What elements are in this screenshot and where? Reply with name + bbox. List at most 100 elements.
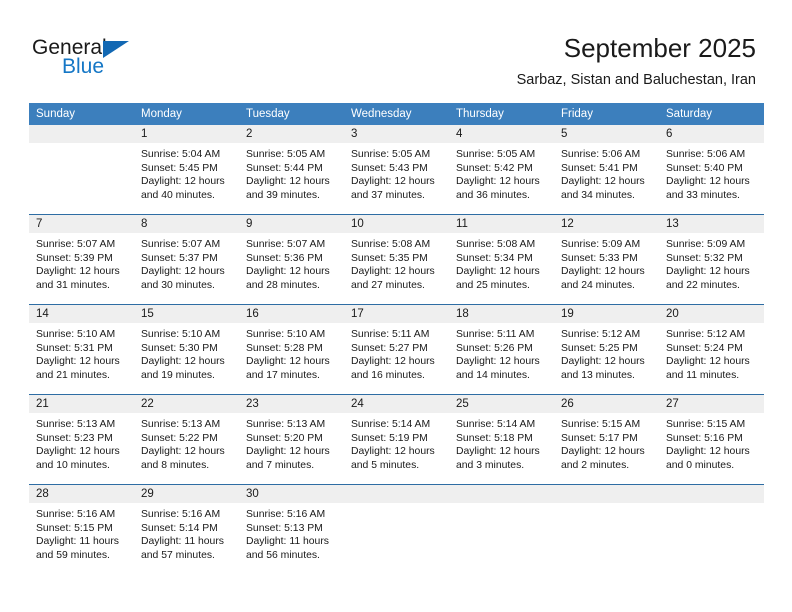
day-cell[interactable]: 19 Sunrise: 5:12 AM Sunset: 5:25 PM Dayligh… [554, 305, 659, 394]
day-cell[interactable]: 26 Sunrise: 5:15 AM Sunset: 5:17 PM Dayligh… [554, 395, 659, 484]
brand-name-blue: Blue [62, 55, 105, 78]
day-cell[interactable]: 5 Sunrise: 5:06 AM Sunset: 5:41 PM Daylight… [554, 125, 659, 214]
day-cell[interactable]: 24 Sunrise: 5:14 AM Sunset: 5:19 PM Dayligh… [344, 395, 449, 484]
day-details [29, 143, 134, 148]
calendar-page: General Blue September 2025 Sarbaz, Sist… [0, 0, 792, 612]
day-number: 21 [36, 398, 49, 410]
day-cell[interactable]: 1 Sunrise: 5:04 AM Sunset: 5:45 PM Daylight… [134, 125, 239, 214]
day-number: 16 [246, 308, 259, 320]
day-cell[interactable]: 3 Sunrise: 5:05 AM Sunset: 5:43 PM Daylight… [344, 125, 449, 214]
day-daylight-line: Daylight: 12 hours [246, 356, 330, 368]
day-sunset-line: Sunset: 5:26 PM [456, 342, 533, 354]
day-number: 8 [141, 218, 148, 230]
page-header: General Blue September 2025 Sarbaz, Sist… [0, 0, 792, 100]
day-cell[interactable]: 28 Sunrise: 5:16 AM Sunset: 5:15 PM Dayligh… [29, 485, 134, 574]
day-cell[interactable]: 2 Sunrise: 5:05 AM Sunset: 5:44 PM Daylight… [239, 125, 344, 214]
day-cell[interactable]: 10 Sunrise: 5:08 AM Sunset: 5:35 PM Dayligh… [344, 215, 449, 304]
day-cell[interactable]: 17 Sunrise: 5:11 AM Sunset: 5:27 PM Dayligh… [344, 305, 449, 394]
day-daylight-line: and 39 minutes. [246, 189, 320, 201]
day-daylight-line: and 30 minutes. [141, 279, 215, 291]
day-cell[interactable]: 18 Sunrise: 5:11 AM Sunset: 5:26 PM Dayligh… [449, 305, 554, 394]
day-daylight-line: and 2 minutes. [561, 459, 630, 471]
day-cell[interactable]: 25 Sunrise: 5:14 AM Sunset: 5:18 PM Dayligh… [449, 395, 554, 484]
day-cell[interactable]: 14 Sunrise: 5:10 AM Sunset: 5:31 PM Dayligh… [29, 305, 134, 394]
day-number: 23 [246, 398, 259, 410]
day-daylight-line: and 11 minutes. [666, 369, 740, 381]
day-number-band: 21 [29, 395, 134, 413]
day-number-band: 23 [239, 395, 344, 413]
day-daylight-line: and 5 minutes. [351, 459, 420, 471]
day-cell[interactable]: 4 Sunrise: 5:05 AM Sunset: 5:42 PM Daylight… [449, 125, 554, 214]
day-number: 14 [36, 308, 49, 320]
day-daylight-line: Daylight: 12 hours [456, 176, 540, 188]
day-cell[interactable] [344, 485, 449, 574]
day-daylight-line: Daylight: 12 hours [561, 266, 645, 278]
day-daylight-line: Daylight: 12 hours [666, 356, 750, 368]
day-cell[interactable]: 16 Sunrise: 5:10 AM Sunset: 5:28 PM Dayligh… [239, 305, 344, 394]
day-cell[interactable] [554, 485, 659, 574]
day-details: Sunrise: 5:08 AM Sunset: 5:35 PM Daylight:… [344, 233, 449, 292]
week-cells: 21 Sunrise: 5:13 AM Sunset: 5:23 PM Dayligh… [29, 395, 764, 484]
day-cell[interactable]: 23 Sunrise: 5:13 AM Sunset: 5:20 PM Dayligh… [239, 395, 344, 484]
day-sunrise-line: Sunrise: 5:14 AM [351, 419, 431, 430]
day-details: Sunrise: 5:13 AM Sunset: 5:22 PM Daylight:… [134, 413, 239, 472]
day-cell[interactable]: 20 Sunrise: 5:12 AM Sunset: 5:24 PM Dayligh… [659, 305, 764, 394]
day-cell[interactable]: 13 Sunrise: 5:09 AM Sunset: 5:32 PM Dayligh… [659, 215, 764, 304]
day-cell[interactable]: 27 Sunrise: 5:15 AM Sunset: 5:16 PM Dayligh… [659, 395, 764, 484]
day-cell[interactable]: 11 Sunrise: 5:08 AM Sunset: 5:34 PM Dayligh… [449, 215, 554, 304]
day-sunset-line: Sunset: 5:15 PM [36, 522, 113, 534]
day-number-band [344, 485, 449, 503]
day-daylight-line: and 0 minutes. [666, 459, 735, 471]
week-cells: 14 Sunrise: 5:10 AM Sunset: 5:31 PM Dayligh… [29, 305, 764, 394]
day-daylight-line: Daylight: 12 hours [351, 266, 435, 278]
page-subtitle: Sarbaz, Sistan and Baluchestan, Iran [516, 72, 756, 88]
day-details: Sunrise: 5:15 AM Sunset: 5:17 PM Daylight:… [554, 413, 659, 472]
day-cell[interactable]: 9 Sunrise: 5:07 AM Sunset: 5:36 PM Daylight… [239, 215, 344, 304]
day-daylight-line: Daylight: 12 hours [141, 266, 225, 278]
weekday-header-tuesday: Tuesday [246, 108, 290, 120]
day-cell[interactable] [29, 125, 134, 214]
day-cell[interactable]: 21 Sunrise: 5:13 AM Sunset: 5:23 PM Dayligh… [29, 395, 134, 484]
day-daylight-line: and 13 minutes. [561, 369, 635, 381]
day-number-band: 12 [554, 215, 659, 233]
day-sunset-line: Sunset: 5:27 PM [351, 342, 428, 354]
day-sunset-line: Sunset: 5:23 PM [36, 432, 113, 444]
day-details: Sunrise: 5:09 AM Sunset: 5:32 PM Daylight:… [659, 233, 764, 292]
day-number-band [449, 485, 554, 503]
day-daylight-line: Daylight: 12 hours [666, 266, 750, 278]
day-sunrise-line: Sunrise: 5:15 AM [666, 419, 746, 430]
day-cell[interactable]: 15 Sunrise: 5:10 AM Sunset: 5:30 PM Dayligh… [134, 305, 239, 394]
day-daylight-line: Daylight: 12 hours [36, 356, 120, 368]
day-cell[interactable]: 22 Sunrise: 5:13 AM Sunset: 5:22 PM Dayligh… [134, 395, 239, 484]
day-details: Sunrise: 5:07 AM Sunset: 5:39 PM Daylight:… [29, 233, 134, 292]
day-cell[interactable]: 12 Sunrise: 5:09 AM Sunset: 5:33 PM Dayligh… [554, 215, 659, 304]
day-number-band: 4 [449, 125, 554, 143]
day-number-band [29, 125, 134, 143]
day-number-band: 5 [554, 125, 659, 143]
day-sunrise-line: Sunrise: 5:08 AM [456, 239, 536, 250]
day-number-band: 7 [29, 215, 134, 233]
day-cell[interactable] [449, 485, 554, 574]
day-daylight-line: and 8 minutes. [141, 459, 210, 471]
day-daylight-line: Daylight: 12 hours [456, 356, 540, 368]
day-cell[interactable]: 6 Sunrise: 5:06 AM Sunset: 5:40 PM Daylight… [659, 125, 764, 214]
day-cell[interactable]: 7 Sunrise: 5:07 AM Sunset: 5:39 PM Daylight… [29, 215, 134, 304]
day-number: 18 [456, 308, 469, 320]
day-sunset-line: Sunset: 5:25 PM [561, 342, 638, 354]
day-details: Sunrise: 5:10 AM Sunset: 5:31 PM Daylight:… [29, 323, 134, 382]
day-cell[interactable]: 29 Sunrise: 5:16 AM Sunset: 5:14 PM Dayligh… [134, 485, 239, 574]
day-daylight-line: Daylight: 12 hours [246, 446, 330, 458]
day-details: Sunrise: 5:16 AM Sunset: 5:15 PM Daylight:… [29, 503, 134, 562]
day-cell[interactable] [659, 485, 764, 574]
day-sunrise-line: Sunrise: 5:16 AM [36, 509, 116, 520]
brand-logo[interactable]: General Blue [32, 36, 232, 86]
day-sunset-line: Sunset: 5:43 PM [351, 162, 428, 174]
day-daylight-line: Daylight: 12 hours [351, 356, 435, 368]
day-cell[interactable]: 8 Sunrise: 5:07 AM Sunset: 5:37 PM Daylight… [134, 215, 239, 304]
day-sunset-line: Sunset: 5:13 PM [246, 522, 323, 534]
day-sunrise-line: Sunrise: 5:10 AM [36, 329, 116, 340]
day-details: Sunrise: 5:13 AM Sunset: 5:23 PM Daylight:… [29, 413, 134, 472]
day-cell[interactable]: 30 Sunrise: 5:16 AM Sunset: 5:13 PM Dayligh… [239, 485, 344, 574]
day-number-band: 11 [449, 215, 554, 233]
day-daylight-line: and 28 minutes. [246, 279, 320, 291]
